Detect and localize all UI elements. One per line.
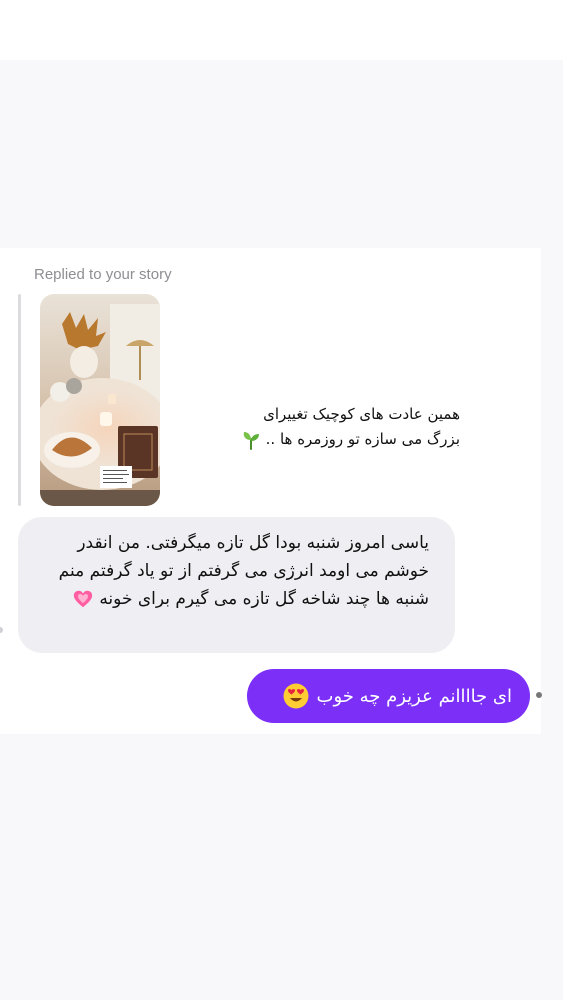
- outgoing-message-bubble[interactable]: ای جاااانم عزیزم چه خوب: [247, 669, 530, 723]
- story-caption-line-1: همین عادت های کوچیک تغییرای: [263, 405, 460, 423]
- top-band: [0, 0, 563, 60]
- reply-indicator-bar: [18, 294, 21, 506]
- empty-area: [0, 734, 563, 1000]
- story-image: [40, 294, 160, 506]
- story-caption-line-2: بزرگ می سازه تو روزمره ها ..: [265, 430, 460, 448]
- growing-heart-icon: [73, 590, 93, 608]
- incoming-message-bubble[interactable]: یاسی امروز شنبه بودا گل تازه میگرفتی. من…: [18, 517, 455, 653]
- story-thumbnail[interactable]: [40, 294, 160, 506]
- story-caption: همین عادت های کوچیک تغییرای بزرگ می سازه…: [205, 402, 460, 452]
- incoming-message-text: یاسی امروز شنبه بودا گل تازه میگرفتی. من…: [58, 533, 429, 609]
- message-status-dot: [536, 692, 542, 698]
- outgoing-message-text: ای جاااانم عزیزم چه خوب: [316, 685, 513, 707]
- replied-to-story-label: Replied to your story: [34, 266, 172, 283]
- heart-eyes-icon: [283, 683, 308, 709]
- sprout-icon: [243, 431, 259, 450]
